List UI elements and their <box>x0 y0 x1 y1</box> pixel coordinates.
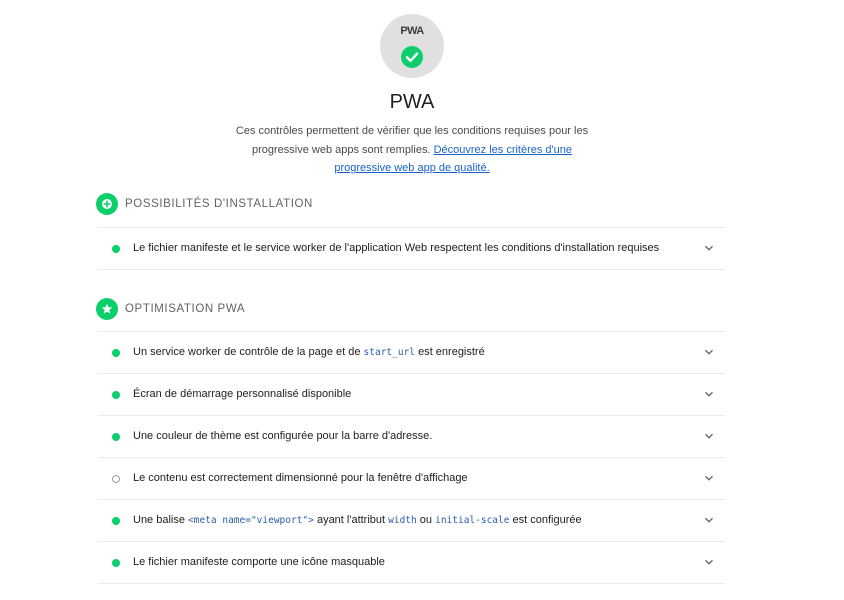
audit-title: Le contenu est correctement dimensionné … <box>133 472 468 484</box>
audit-title: Écran de démarrage personnalisé disponib… <box>133 388 352 400</box>
audit-maskable-icon[interactable]: Le fichier manifeste comporte une icône … <box>98 541 725 584</box>
audit-list-installable: Le fichier manifeste et le service worke… <box>98 227 725 270</box>
pass-indicator <box>112 433 120 441</box>
group-title-installable: POSSIBILITÉS D'INSTALLATION <box>125 198 313 210</box>
audit-title: Une balise <meta name="viewport"> ayant … <box>133 514 582 526</box>
audit-title: Le fichier manifeste et le service worke… <box>133 242 660 254</box>
audit-installable-manifest[interactable]: Le fichier manifeste et le service worke… <box>98 227 725 270</box>
audit-code: initial-scale <box>435 515 510 526</box>
pwa-report: PWA PWA Ces contrôles permettent de véri… <box>0 0 844 600</box>
audit-title: Le fichier manifeste comporte une icône … <box>133 556 385 568</box>
chevron-down-icon[interactable] <box>703 556 715 568</box>
chevron-down-icon[interactable] <box>703 430 715 442</box>
audit-title: Une couleur de thème est configurée pour… <box>133 430 433 442</box>
group-header-installable: POSSIBILITÉS D'INSTALLATION <box>96 193 313 215</box>
group-title-optimized: OPTIMISATION PWA <box>125 303 246 315</box>
audit-text: Un service worker de contrôle de la page… <box>133 346 364 358</box>
star-icon <box>96 298 118 320</box>
audit-title: Un service worker de contrôle de la page… <box>133 346 485 358</box>
audit-code: start_url <box>363 347 416 358</box>
page-title: PWA <box>389 91 435 113</box>
group-header-optimized: OPTIMISATION PWA <box>96 298 245 320</box>
pwa-badge-gauge: PWA <box>380 14 444 78</box>
chevron-down-icon[interactable] <box>703 472 715 484</box>
audit-list-optimized: Un service worker de contrôle de la page… <box>98 331 725 584</box>
audit-code: width <box>388 515 417 526</box>
audit-viewport[interactable]: Une balise <meta name="viewport"> ayant … <box>98 499 725 541</box>
plus-circle-icon <box>96 193 118 215</box>
pass-indicator <box>112 517 120 525</box>
audit-content-width[interactable]: Le contenu est correctement dimensionné … <box>98 457 725 499</box>
pass-indicator <box>112 245 120 253</box>
check-icon <box>401 46 423 68</box>
audit-service-worker[interactable]: Un service worker de contrôle de la page… <box>98 331 725 373</box>
audit-text: Une balise <box>133 514 189 526</box>
audit-themed-omnibox[interactable]: Une couleur de thème est configurée pour… <box>98 415 725 457</box>
category-description: Ces contrôles permettent de vérifier que… <box>232 122 592 178</box>
chevron-down-icon[interactable] <box>703 514 715 526</box>
audit-splash-screen[interactable]: Écran de démarrage personnalisé disponib… <box>98 373 725 415</box>
audit-text: est configurée <box>509 514 582 526</box>
audit-text: est enregistré <box>415 346 485 358</box>
audit-code: <meta name="viewport"> <box>188 515 314 526</box>
audit-text: ou <box>416 514 436 526</box>
pass-indicator <box>112 349 120 357</box>
pass-indicator <box>112 559 120 567</box>
chevron-down-icon[interactable] <box>703 346 715 358</box>
audit-text: ayant l'attribut <box>313 514 389 526</box>
pwa-badge-label: PWA <box>400 25 424 37</box>
chevron-down-icon[interactable] <box>703 242 715 254</box>
not-applicable-indicator <box>112 475 120 483</box>
pass-indicator <box>112 391 120 399</box>
chevron-down-icon[interactable] <box>703 388 715 400</box>
